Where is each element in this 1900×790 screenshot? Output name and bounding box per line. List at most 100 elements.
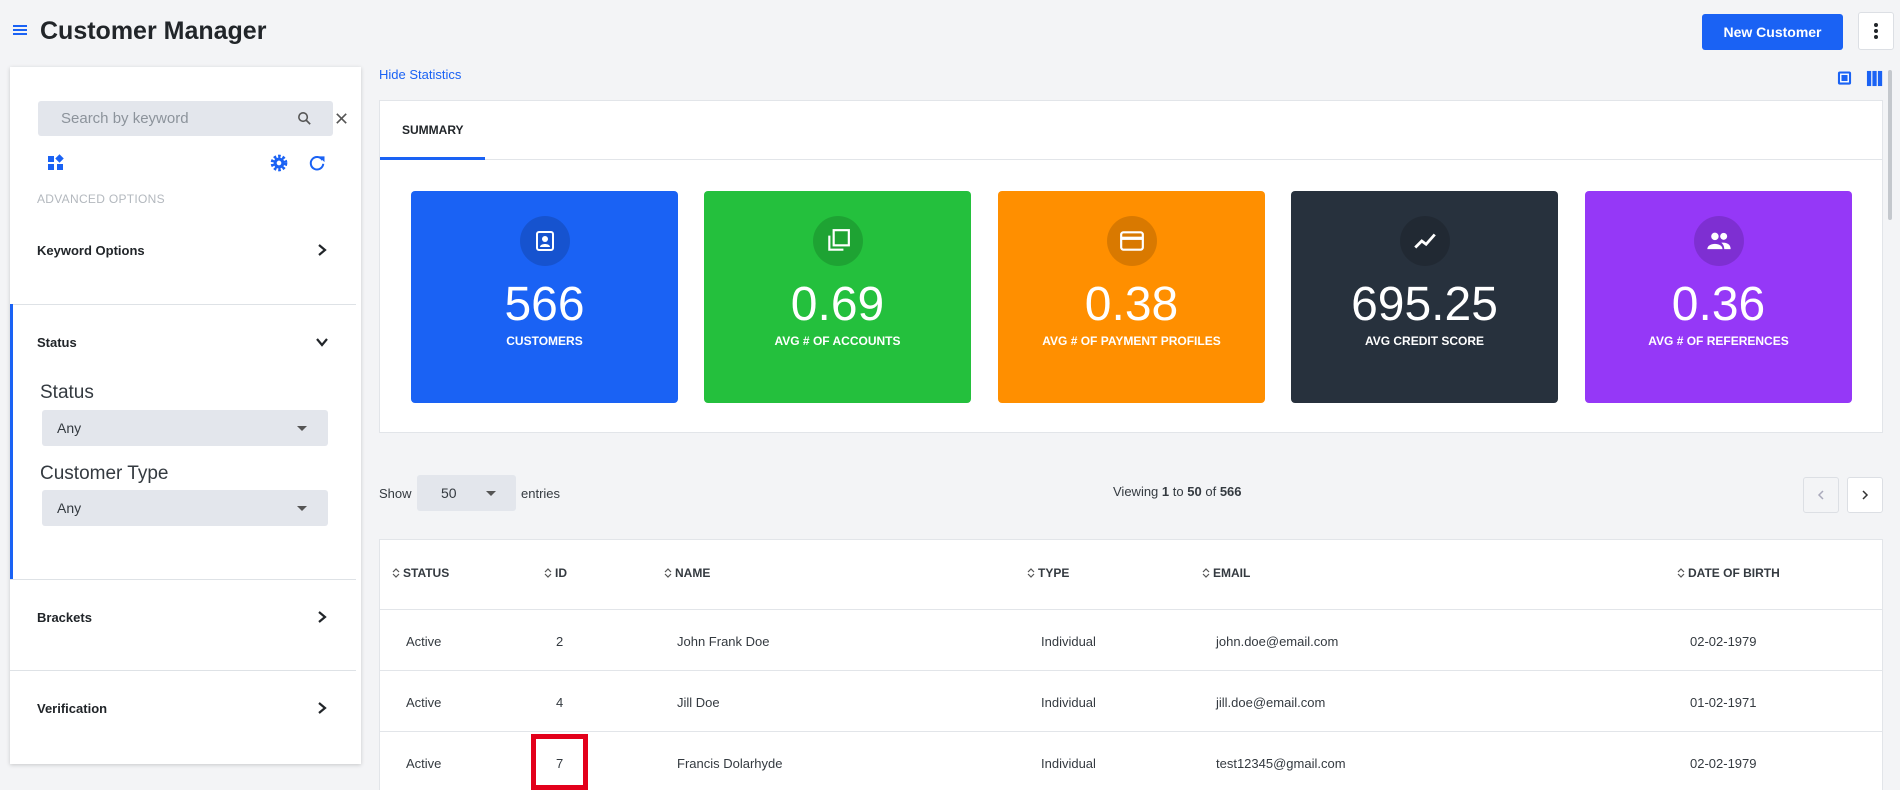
column-header-id[interactable]: ID	[544, 566, 567, 580]
accordion-verification[interactable]: Verification	[10, 689, 356, 729]
kebab-menu-icon	[1874, 23, 1878, 39]
contact-card-icon	[520, 216, 570, 266]
column-header-status[interactable]: STATUS	[392, 566, 449, 580]
widgets-icon[interactable]	[47, 154, 65, 172]
tabs-row: SUMMARY	[380, 101, 1882, 160]
cell-email: test12345@gmail.com	[1216, 756, 1346, 771]
stat-value: 695.25	[1351, 278, 1498, 331]
sort-icon	[1677, 568, 1685, 578]
column-header-name[interactable]: NAME	[664, 566, 710, 580]
stat-tile-customers: 566 CUSTOMERS	[411, 191, 678, 403]
accordion-status[interactable]: Status	[10, 323, 356, 363]
refresh-icon[interactable]	[307, 153, 327, 173]
divider	[10, 579, 356, 580]
column-header-type[interactable]: TYPE	[1027, 566, 1069, 580]
cell-name: Jill Doe	[677, 695, 720, 710]
stat-label: AVG # OF REFERENCES	[1648, 334, 1789, 348]
caret-down-icon	[486, 491, 496, 496]
column-header-date-of-birth[interactable]: DATE OF BIRTH	[1677, 566, 1780, 580]
accordion-title: Keyword Options	[37, 243, 145, 258]
stat-label: AVG # OF ACCOUNTS	[774, 334, 901, 348]
column-header-email[interactable]: EMAIL	[1202, 566, 1250, 580]
viewing-from: 1	[1161, 484, 1170, 499]
table-row[interactable]: Active 4 Jill Doe Individual jill.doe@em…	[380, 671, 1882, 732]
entries-per-page-select[interactable]: 50	[417, 475, 516, 511]
stat-tile-references: 0.36 AVG # OF REFERENCES	[1585, 191, 1852, 403]
close-icon[interactable]	[334, 111, 349, 126]
cell-email: jill.doe@email.com	[1216, 695, 1326, 710]
chevron-down-icon	[316, 338, 328, 347]
search-input[interactable]	[38, 101, 258, 136]
stat-label: AVG # OF PAYMENT PROFILES	[1042, 334, 1221, 348]
chevron-right-icon	[318, 702, 327, 714]
previous-page-button[interactable]	[1803, 477, 1839, 513]
status-select-value: Any	[57, 420, 82, 436]
next-page-button[interactable]	[1847, 477, 1883, 513]
pagination-info: Viewing 1 to 50 of 566	[1113, 484, 1242, 499]
caret-down-icon	[297, 426, 307, 431]
stat-value: 0.36	[1671, 278, 1766, 331]
entries-per-page-value: 50	[441, 485, 457, 501]
gear-icon[interactable]	[269, 153, 289, 173]
show-label: Show	[379, 486, 412, 501]
chevron-right-icon	[318, 611, 327, 623]
more-options-button[interactable]	[1858, 12, 1894, 50]
chevron-right-icon	[1862, 490, 1869, 500]
divider	[10, 670, 356, 671]
accordion-title: Status	[37, 335, 77, 350]
status-select[interactable]: Any	[42, 410, 328, 446]
sort-icon	[544, 568, 552, 578]
scrollbar[interactable]	[1888, 70, 1892, 220]
export-icon[interactable]	[1837, 70, 1852, 86]
sort-icon	[1202, 568, 1210, 578]
cell-date-of-birth: 02-02-1979	[1690, 634, 1757, 649]
viewing-to-word: to	[1172, 484, 1184, 499]
sort-icon	[1027, 568, 1035, 578]
new-customer-button[interactable]: New Customer	[1702, 14, 1843, 50]
hamburger-icon[interactable]	[12, 22, 28, 38]
tab-summary-label: SUMMARY	[402, 123, 464, 137]
page-title: Customer Manager	[40, 17, 267, 45]
chevron-right-icon	[318, 244, 327, 256]
statistics-card: SUMMARY 566 CUSTOMERS 0.69 AVG # OF ACCO…	[379, 100, 1883, 433]
viewing-to: 50	[1187, 484, 1202, 499]
table-row[interactable]: Active 2 John Frank Doe Individual john.…	[380, 610, 1882, 671]
accordion-brackets[interactable]: Brackets	[10, 598, 356, 638]
caret-down-icon	[297, 506, 307, 511]
column-header-label: NAME	[675, 566, 711, 580]
viewing-of-word: of	[1205, 484, 1217, 499]
column-header-label: DATE OF BIRTH	[1688, 566, 1780, 580]
cell-email: john.doe@email.com	[1216, 634, 1339, 649]
customer-type-select[interactable]: Any	[42, 490, 328, 526]
tab-summary[interactable]: SUMMARY	[380, 101, 485, 160]
cell-type: Individual	[1041, 756, 1096, 771]
status-field-label: Status	[40, 382, 94, 403]
column-view-icon[interactable]	[1866, 70, 1883, 87]
cell-id: 4	[556, 695, 564, 710]
stat-label: CUSTOMERS	[506, 334, 583, 348]
cell-id: 7	[556, 756, 564, 771]
status-panel: Status Status Any Customer Type Any	[10, 304, 356, 579]
entries-label: entries	[521, 486, 561, 501]
stat-tile-payment-profiles: 0.38 AVG # OF PAYMENT PROFILES	[998, 191, 1265, 403]
cell-name: John Frank Doe	[677, 634, 770, 649]
cell-name: Francis Dolarhyde	[677, 756, 783, 771]
customer-type-field-label: Customer Type	[40, 463, 169, 484]
search-icon[interactable]	[296, 110, 313, 127]
sort-icon	[392, 568, 400, 578]
hide-statistics-link[interactable]: Hide Statistics	[379, 67, 461, 82]
cell-type: Individual	[1041, 634, 1096, 649]
stat-tile-credit-score: 695.25 AVG CREDIT SCORE	[1291, 191, 1558, 403]
column-header-label: EMAIL	[1213, 566, 1251, 580]
customers-table: STATUS ID NAME TYPE EMAIL DATE OF BIRTH …	[379, 539, 1883, 790]
viewing-prefix: Viewing	[1113, 484, 1159, 499]
sort-icon	[664, 568, 672, 578]
accordion-keyword-options[interactable]: Keyword Options	[10, 231, 356, 271]
stat-label: AVG CREDIT SCORE	[1364, 334, 1485, 348]
stat-value: 566	[504, 278, 585, 331]
table-row[interactable]: Active 7 Francis Dolarhyde Individual te…	[380, 732, 1882, 790]
filter-sidebar: ADVANCED OPTIONS Keyword Options Status …	[10, 67, 361, 764]
search-box	[38, 101, 347, 136]
chevron-left-icon	[1817, 490, 1824, 500]
people-group-icon	[1694, 216, 1744, 266]
